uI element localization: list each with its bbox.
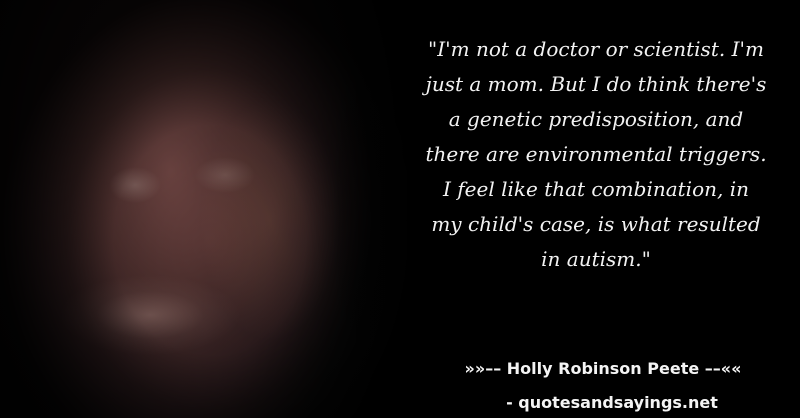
portrait-photo [0,0,430,418]
quote-card: "I'm not a doctor or scientist. I'm just… [0,0,800,418]
source-text: - quotesandsayings.net [506,393,718,412]
quote-attribution: »»–– Holly Robinson Peete ––«« [464,359,742,378]
quote-text: "I'm not a doctor or scientist. I'm just… [425,37,767,271]
